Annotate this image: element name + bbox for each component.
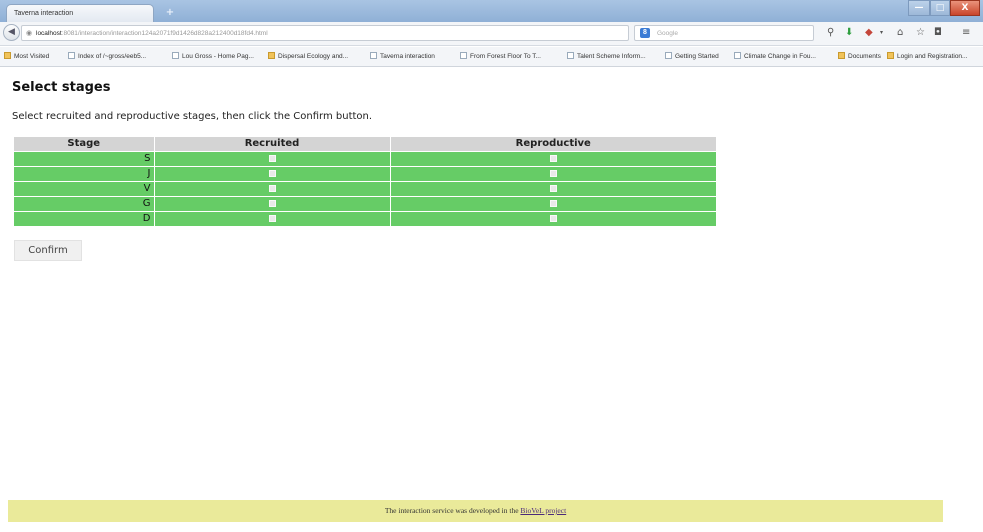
bookmark-item[interactable]: Login and Registration... [887,52,967,60]
table-row: J [14,165,716,181]
stages-table: Stage Recruited Reproductive S J V G D [14,137,716,226]
column-header-recruited: Recruited [154,137,391,151]
bookmark-item[interactable]: Dispersal Ecology and... [268,52,348,60]
footer-text: The interaction service was developed in… [384,506,519,515]
stage-name: V [14,180,155,196]
bookmark-item[interactable]: From Forest Floor To T... [460,52,541,60]
bookmark-icon [460,52,467,59]
instructions-text: Select recruited and reproductive stages… [12,111,373,122]
table-row: D [14,210,716,226]
bookmark-icon [370,52,377,59]
bookmark-item[interactable]: Documents [838,52,881,60]
bookmark-item[interactable]: Taverna interaction [370,52,435,60]
recruited-checkbox[interactable] [268,214,276,222]
table-row: S [14,150,716,166]
reproductive-checkbox[interactable] [549,154,557,162]
stage-name: G [14,195,155,211]
menu-icon[interactable]: ≡ [962,27,970,39]
table-row: V [14,180,716,196]
new-tab-button[interactable]: + [160,6,180,20]
page-footer: The interaction service was developed in… [8,500,943,522]
chevron-down-icon[interactable]: ▾ [880,27,883,39]
back-arrow-icon: ◀ [8,27,15,37]
tab-title: Taverna interaction [14,10,74,17]
column-header-stage: Stage [14,137,155,151]
bookmarks-toolbar: Most Visited Index of /~gross/eeb5... Lo… [0,47,983,67]
bookmark-icon [172,52,179,59]
stage-name: D [14,210,155,226]
bookmark-icon [734,52,741,59]
bookmark-item[interactable]: Climate Change in Fou... [734,52,816,60]
bookmark-icon [665,52,672,59]
search-engine-icon[interactable]: 8 [640,28,650,38]
bookmark-icon [68,52,75,59]
search-icon[interactable]: ⚲ [827,27,834,39]
recruited-checkbox[interactable] [268,154,276,162]
page-info-icon: ◉ [26,30,33,37]
recruited-checkbox[interactable] [268,184,276,192]
extension-icon[interactable]: ◆ [865,27,873,39]
reproductive-checkbox[interactable] [549,169,557,177]
stage-name: S [14,150,155,166]
download-icon[interactable]: ⬇ [845,27,853,39]
table-header-row: Stage Recruited Reproductive [14,137,716,151]
navigation-toolbar: ◀ ◉ localhost:8081/interaction/interacti… [0,22,983,46]
reproductive-checkbox[interactable] [549,184,557,192]
column-header-reproductive: Reproductive [390,137,716,151]
biovel-project-link[interactable]: BioVeL project [520,506,566,515]
address-bar[interactable]: ◉ localhost:8081/interaction/interaction… [21,25,629,41]
back-button[interactable]: ◀ [3,24,20,41]
bookmark-item[interactable]: Index of /~gross/eeb5... [68,52,146,60]
folder-icon [4,52,11,59]
bookmark-item[interactable]: Getting Started [665,52,719,60]
pocket-icon[interactable]: ◘ [934,27,942,39]
search-bar[interactable]: 8 Google [634,25,814,41]
close-button[interactable]: X [950,0,980,16]
confirm-button[interactable]: Confirm [14,240,82,261]
url-path: :8081/interaction/interaction124a2071f9d… [61,30,268,37]
table-row: G [14,195,716,211]
minimize-button[interactable]: — [908,0,930,16]
home-icon[interactable]: ⌂ [897,27,903,39]
bookmark-item[interactable]: Most Visited [4,52,49,60]
reproductive-checkbox[interactable] [549,199,557,207]
folder-icon [838,52,845,59]
page-title: Select stages [12,80,111,95]
bookmark-item[interactable]: Lou Gross - Home Pag... [172,52,254,60]
url-host: localhost [36,30,62,37]
folder-icon [887,52,894,59]
reproductive-checkbox[interactable] [549,214,557,222]
bookmark-icon [567,52,574,59]
search-placeholder: Google [657,30,678,37]
bookmark-star-icon[interactable]: ☆ [916,27,925,39]
maximize-button[interactable]: □ [930,0,950,16]
browser-tab[interactable]: Taverna interaction [6,4,154,22]
bookmark-item[interactable]: Talent Scheme Inform... [567,52,646,60]
bookmark-icon [268,52,275,59]
recruited-checkbox[interactable] [268,199,276,207]
window-titlebar: Taverna interaction + — □ X [0,0,983,22]
stage-name: J [14,165,155,181]
recruited-checkbox[interactable] [268,169,276,177]
